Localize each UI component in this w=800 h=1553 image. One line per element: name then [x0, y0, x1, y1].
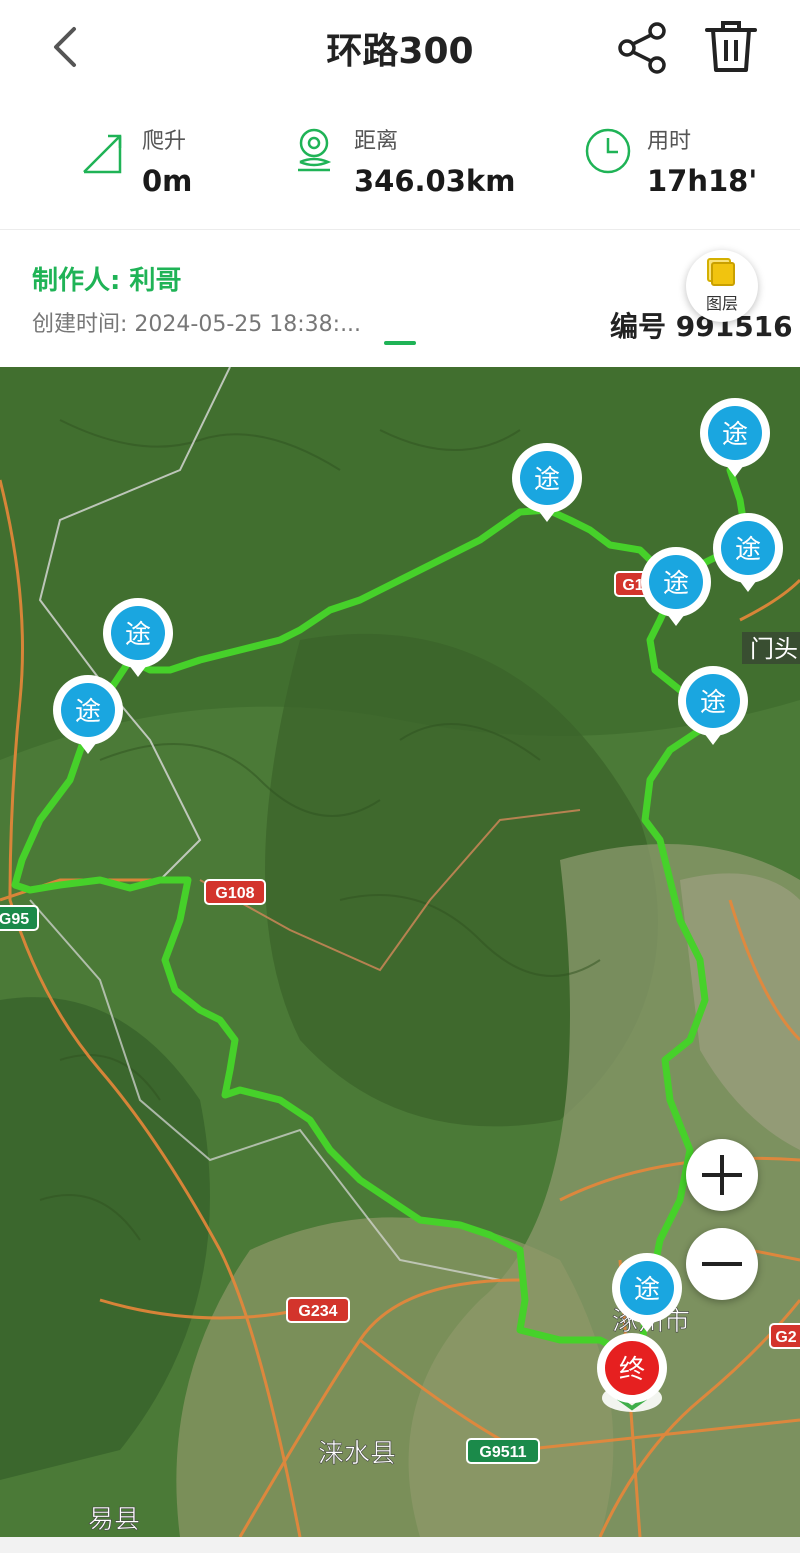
- svg-text:G95: G95: [0, 911, 29, 928]
- svg-text:终: 终: [619, 1355, 645, 1385]
- place-label-yixian: 易县: [88, 1505, 140, 1535]
- maker-text: 制作人: 利哥: [32, 266, 182, 296]
- map-view[interactable]: G108 G95 G234 G9511 G1 G2 门头 涞水县 易县 涿州市: [0, 367, 800, 1537]
- zoom-out-button[interactable]: [686, 1228, 758, 1300]
- place-label-mentou: 门头: [742, 632, 800, 664]
- svg-text:G1: G1: [622, 577, 643, 594]
- road-label-g234: G234: [286, 1297, 350, 1323]
- drag-indicator[interactable]: [384, 341, 416, 345]
- road-label-g2: G2: [769, 1323, 800, 1349]
- layer-label: 图层: [705, 294, 738, 313]
- svg-text:G108: G108: [215, 885, 254, 902]
- road-label-g9511: G9511: [466, 1438, 540, 1464]
- minus-icon: [702, 1262, 742, 1266]
- place-label-laishui: 涞水县: [318, 1439, 396, 1469]
- svg-text:途: 途: [634, 1275, 660, 1305]
- top-bar: 环路300: [0, 0, 800, 100]
- svg-text:途: 途: [125, 620, 151, 650]
- layers-icon-front: [711, 262, 735, 286]
- end-marker[interactable]: 终: [597, 1333, 667, 1412]
- distance-value: 346.03km: [354, 164, 516, 198]
- clock-icon: [585, 128, 631, 174]
- back-button[interactable]: [40, 22, 90, 72]
- location-pin-icon: [298, 128, 332, 172]
- svg-text:途: 途: [75, 697, 101, 727]
- distance-label: 距离: [354, 129, 399, 154]
- svg-text:途: 途: [735, 535, 761, 565]
- plain-region: [176, 1217, 614, 1537]
- share-icon: [618, 22, 666, 74]
- svg-text:G9511: G9511: [479, 1444, 526, 1461]
- climb-label: 爬升: [142, 129, 187, 154]
- chevron-left-icon: [54, 27, 76, 67]
- duration-label: 用时: [647, 129, 692, 154]
- route-stats: 爬升 0m 距离 346.03km 用时 17h18': [0, 110, 800, 220]
- svg-text:门头: 门头: [750, 635, 798, 663]
- svg-text:途: 途: [663, 569, 689, 599]
- trash-icon: [705, 21, 757, 72]
- duration-value: 17h18': [647, 164, 758, 198]
- road-label-g108: G108: [204, 879, 266, 905]
- climb-value: 0m: [142, 164, 193, 198]
- map-canvas[interactable]: G108 G95 G234 G9511 G1 G2 门头 涞水县 易县 涿州市: [0, 367, 800, 1537]
- delete-button[interactable]: [703, 18, 759, 76]
- share-button[interactable]: [615, 20, 671, 76]
- svg-text:G2: G2: [775, 1329, 796, 1346]
- page-title: 环路300: [326, 31, 474, 72]
- zoom-in-button[interactable]: [686, 1139, 758, 1211]
- svg-text:途: 途: [722, 420, 748, 450]
- layer-button[interactable]: 图层: [686, 250, 758, 322]
- bottom-bar: [0, 1537, 800, 1553]
- svg-text:途: 途: [700, 688, 726, 718]
- plus-icon: [702, 1155, 742, 1195]
- road-label-g95: G95: [0, 905, 39, 931]
- created-time: 创建时间: 2024-05-25 18:38:...: [32, 312, 362, 337]
- svg-text:G234: G234: [298, 1303, 337, 1320]
- route-info: 制作人: 利哥 创建时间: 2024-05-25 18:38:... 编号 99…: [0, 230, 800, 367]
- svg-text:途: 途: [534, 465, 560, 495]
- climb-icon: [83, 134, 122, 174]
